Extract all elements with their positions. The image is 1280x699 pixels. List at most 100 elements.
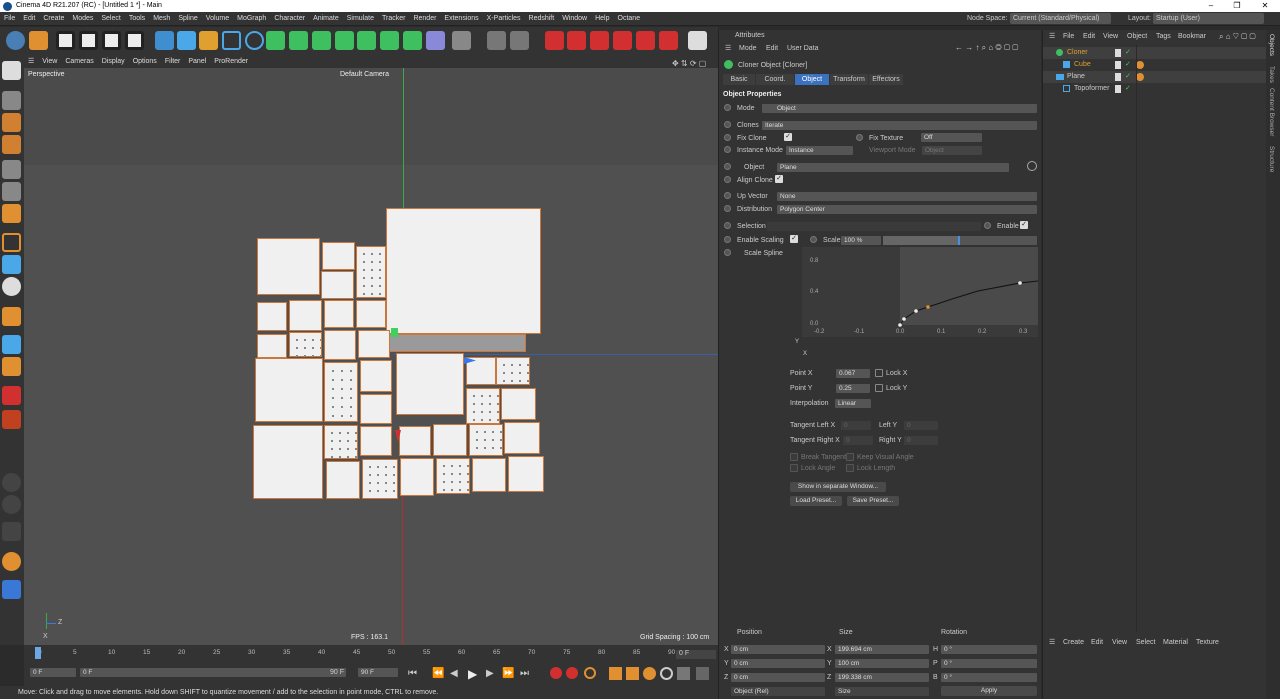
dropbox-icon[interactable] [2, 580, 21, 599]
clone-cube-18[interactable] [360, 426, 392, 456]
menu-create[interactable]: Create [39, 12, 68, 22]
octane-render-icon-1[interactable] [545, 31, 564, 50]
scale-spline-radio[interactable] [724, 249, 731, 256]
interpolation-dropdown[interactable]: Linear [835, 399, 871, 408]
topoformer-visibility-icon[interactable] [1115, 85, 1121, 93]
attributes-menu-edit[interactable]: Edit [766, 45, 778, 52]
menu-octane[interactable]: Octane [614, 12, 645, 22]
attributes-menu-user-data[interactable]: User Data [787, 45, 819, 52]
plane-visibility-icon[interactable] [1115, 73, 1121, 81]
points-mode-icon[interactable] [2, 160, 21, 179]
fix-clone-radio[interactable] [724, 134, 731, 141]
octane-render-icon-3[interactable] [590, 31, 609, 50]
selection-field[interactable] [767, 222, 981, 231]
menu-simulate[interactable]: Simulate [343, 12, 378, 22]
enable-checkbox[interactable]: ✓ [1020, 221, 1028, 229]
clone-cube-3[interactable] [321, 271, 354, 299]
keep-visual-angle-checkbox[interactable] [846, 453, 854, 461]
close-button[interactable]: ✕ [1252, 0, 1278, 12]
objmgr-menu-edit[interactable]: Edit [1083, 33, 1095, 40]
clone-cube-16[interactable] [501, 388, 536, 420]
tangent-left-x-field[interactable]: 0 [841, 421, 871, 430]
redshift-icon-2[interactable] [510, 31, 529, 50]
menu-x-particles[interactable]: X-Particles [483, 12, 525, 22]
clone-grid-7[interactable] [469, 424, 503, 456]
clone-grid-8[interactable] [362, 459, 398, 499]
viewport-menu-cameras[interactable]: Cameras [61, 56, 97, 67]
matmgr-menu-edit[interactable]: Edit [1091, 639, 1103, 646]
fix-texture-radio[interactable] [856, 134, 863, 141]
menu-tracker[interactable]: Tracker [378, 12, 409, 22]
rotation-b-field[interactable]: 0 ° [941, 673, 1037, 682]
clone-cube-6[interactable] [324, 300, 354, 328]
left-y-field[interactable]: 0 [904, 421, 938, 430]
position-z-field[interactable]: 0 cm [731, 673, 825, 682]
tweak-mode-icon[interactable] [2, 255, 21, 274]
rectangle-icon[interactable] [222, 31, 241, 50]
tab-object[interactable]: Object [795, 74, 829, 85]
cube-tag-icon[interactable] [1136, 61, 1144, 69]
menu-help[interactable]: Help [591, 12, 613, 22]
generator-icon[interactable] [266, 31, 285, 50]
fix-clone-checkbox[interactable]: ✓ [784, 133, 792, 141]
timeline-current-frame[interactable]: 0 F [676, 650, 716, 659]
timeline-playhead[interactable] [35, 647, 41, 659]
object-row-plane[interactable]: Plane ✓ [1043, 71, 1267, 83]
sculpt-icon[interactable] [2, 386, 21, 405]
lock-length-checkbox[interactable] [846, 464, 854, 472]
load-preset-button[interactable]: Load Preset... [790, 496, 842, 506]
extrude-icon[interactable] [403, 31, 422, 50]
timeline-menu-icon[interactable] [696, 667, 709, 680]
fix-texture-dropdown[interactable]: Off [921, 133, 982, 142]
distribution-radio[interactable] [724, 205, 731, 212]
enable-scaling-checkbox[interactable]: ✓ [790, 235, 798, 243]
objmgr-nav-icons[interactable]: ⌕ ⌂ ♡ ▢ ▢ [1219, 32, 1256, 42]
locked-workplane-icon[interactable] [2, 335, 21, 354]
objmgr-menu-file[interactable]: File [1063, 33, 1074, 40]
side-tab-content-browser[interactable]: Content Browser [1268, 88, 1275, 136]
show-in-separate-window-button[interactable]: Show in separate Window... [790, 482, 886, 492]
matmgr-menu-icon[interactable]: ☰ [1049, 638, 1055, 646]
magnet-icon[interactable] [2, 307, 21, 326]
environment-icon[interactable] [426, 31, 445, 50]
workplane-mode-icon[interactable] [2, 135, 21, 154]
align-clone-radio[interactable] [724, 176, 731, 183]
clone-grid-1[interactable] [356, 246, 386, 298]
model-mode-icon[interactable] [2, 91, 21, 110]
substance-icon[interactable] [2, 552, 21, 571]
octane-render-icon-2[interactable] [567, 31, 586, 50]
matmgr-menu-create[interactable]: Create [1063, 639, 1084, 646]
matmgr-menu-select[interactable]: Select [1136, 639, 1155, 646]
clone-cube-21[interactable] [504, 422, 540, 454]
scale-spline-graph[interactable]: 0.8 0.4 0.0 -0.2 -0.1 0.0 0.1 0.2 0.3 [802, 247, 1038, 337]
clone-cube-5[interactable] [289, 300, 322, 331]
menu-window[interactable]: Window [558, 12, 591, 22]
size-mode-dropdown[interactable]: Size [835, 687, 929, 696]
mograph-effector-icon[interactable] [312, 31, 331, 50]
point-x-field[interactable]: 0.067 [836, 369, 870, 378]
clone-cube-7[interactable] [356, 300, 386, 328]
instance-mode-radio[interactable] [724, 146, 731, 153]
matmgr-menu-view[interactable]: View [1112, 639, 1127, 646]
menu-edit[interactable]: Edit [19, 12, 39, 22]
tab-coord[interactable]: Coord. [756, 74, 794, 85]
up-vector-dropdown[interactable]: None [777, 192, 1037, 201]
viewport-mode-dropdown[interactable]: Object [922, 146, 982, 155]
lock-angle-checkbox[interactable] [790, 464, 798, 472]
cube-visibility-icon[interactable] [1115, 61, 1121, 69]
edges-mode-icon[interactable] [2, 182, 21, 201]
octane-render-icon-5[interactable] [636, 31, 655, 50]
viewport-menu-panel[interactable]: Panel [184, 56, 210, 67]
plane-tag-icon[interactable] [1136, 73, 1144, 81]
field-icon[interactable] [357, 31, 376, 50]
render-icon[interactable] [79, 31, 98, 50]
rotate-key-icon[interactable] [643, 667, 656, 680]
clone-cube-25[interactable] [508, 456, 544, 492]
end-frame-field[interactable]: 90 F [358, 668, 398, 677]
menu-volume[interactable]: Volume [202, 12, 233, 22]
size-y-field[interactable]: 100 cm [835, 659, 929, 668]
parameter-key-icon[interactable] [660, 667, 673, 680]
clone-cube-11[interactable] [255, 358, 323, 422]
viewport-menu-options[interactable]: Options [129, 56, 161, 67]
mode-radio[interactable] [724, 104, 731, 111]
